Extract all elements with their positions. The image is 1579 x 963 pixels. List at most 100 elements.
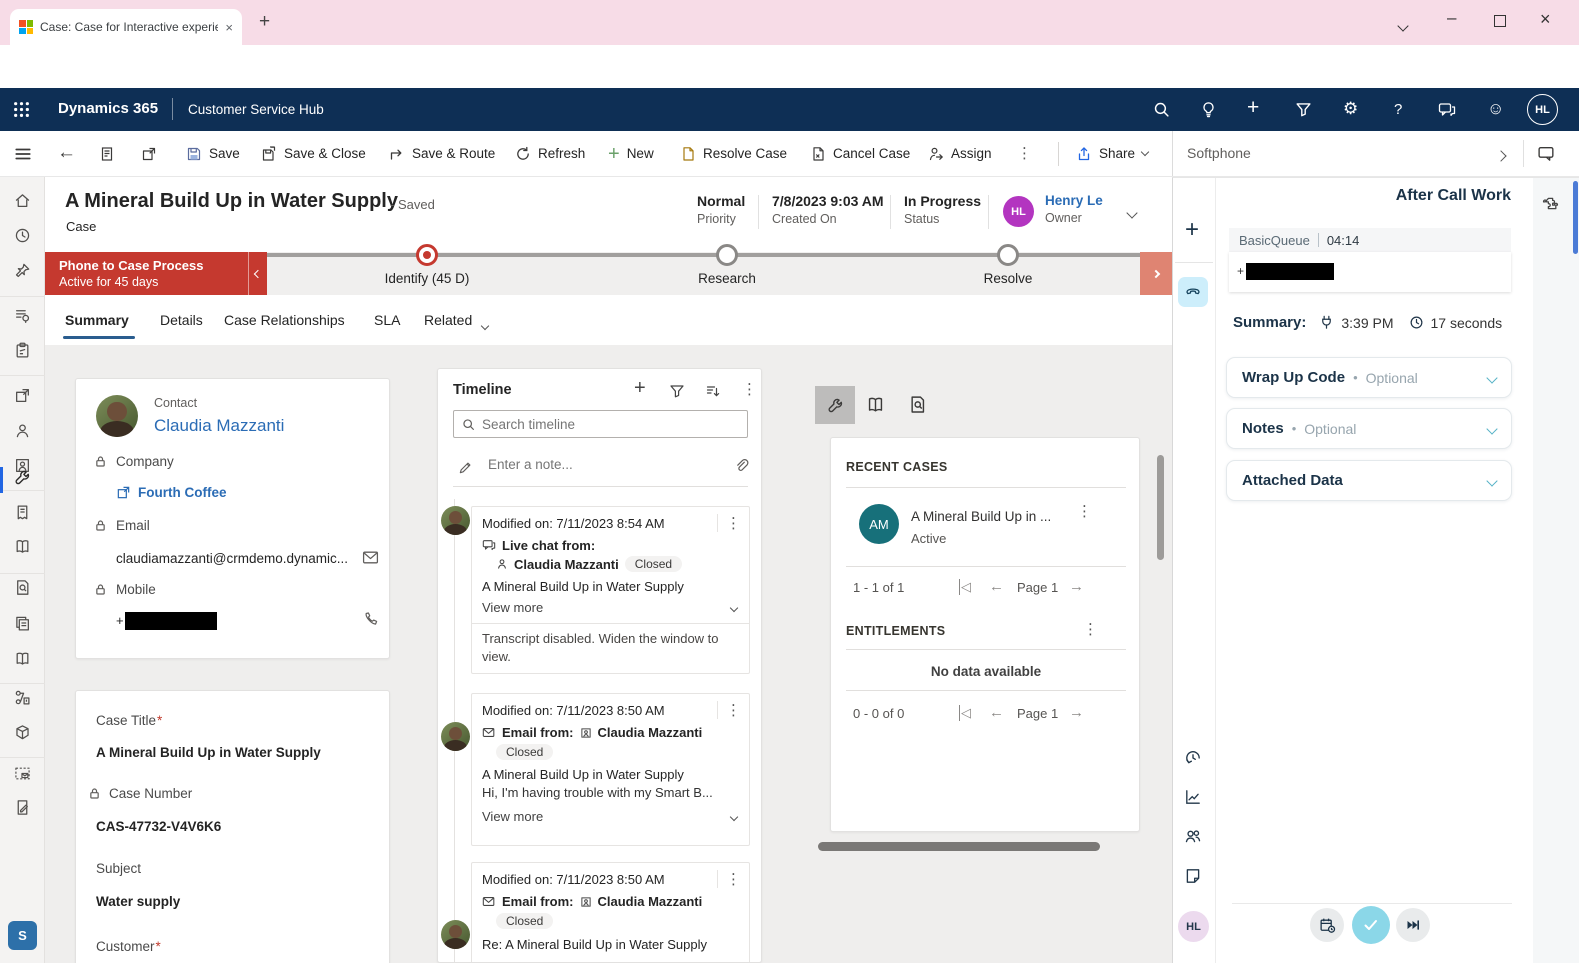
window-maximize-button[interactable] bbox=[1494, 15, 1506, 27]
timeline-sort-icon[interactable] bbox=[705, 383, 721, 399]
window-close-button[interactable]: × bbox=[1540, 9, 1551, 30]
people-icon[interactable] bbox=[1184, 827, 1202, 845]
timeline-overflow-icon[interactable]: ⋮ bbox=[742, 382, 757, 397]
active-call-session-tab[interactable] bbox=[1178, 277, 1208, 307]
acw-scrollbar[interactable] bbox=[1573, 181, 1578, 254]
bpf-stage-research-marker[interactable] bbox=[716, 244, 738, 266]
related-tool-tab-search[interactable] bbox=[908, 395, 927, 414]
prev-page-icon[interactable]: ← bbox=[989, 578, 1004, 595]
first-page-icon[interactable]: ◁ bbox=[959, 579, 971, 595]
browser-tab[interactable]: Case: Case for Interactive experie × bbox=[10, 9, 242, 45]
sidebar-agent-scripts-icon[interactable] bbox=[14, 307, 31, 324]
sidebar-home-icon[interactable] bbox=[14, 192, 31, 209]
new-session-plus-icon[interactable]: + bbox=[1185, 218, 1199, 242]
app-switcher-tile[interactable]: S bbox=[8, 921, 37, 950]
owner-field[interactable]: Henry Le Owner bbox=[1045, 193, 1103, 225]
sidebar-cases-icon[interactable] bbox=[14, 469, 31, 486]
bpf-stage-identify-marker[interactable] bbox=[416, 244, 438, 266]
sidebar-connections-icon[interactable] bbox=[14, 689, 31, 706]
entry-subject[interactable]: Re: A Mineral Build Up in Water Supply bbox=[472, 929, 749, 952]
agent-presence-avatar[interactable]: HL bbox=[1178, 911, 1209, 942]
tab-related[interactable]: Related bbox=[424, 312, 472, 328]
sidebar-pinned-icon[interactable] bbox=[14, 262, 31, 279]
feedback-chat-icon[interactable] bbox=[1438, 102, 1456, 118]
sidebar-recent-icon[interactable] bbox=[14, 227, 31, 244]
sidebar-articles-icon[interactable] bbox=[14, 615, 31, 632]
related-tool-tab-cases[interactable] bbox=[815, 386, 855, 424]
notes-accordion[interactable]: Notes • Optional bbox=[1226, 408, 1512, 449]
owner-value[interactable]: Henry Le bbox=[1045, 193, 1103, 208]
recent-case-overflow-icon[interactable]: ⋮ bbox=[1077, 504, 1092, 519]
app-name[interactable]: Customer Service Hub bbox=[188, 102, 324, 117]
sidebar-open-book-icon[interactable] bbox=[14, 650, 31, 667]
sidebar-activities-icon[interactable] bbox=[14, 342, 31, 359]
bpf-stage-resolve-marker[interactable] bbox=[997, 244, 1019, 266]
form-back-icon[interactable]: ← bbox=[57, 143, 76, 162]
history-icon[interactable] bbox=[1184, 749, 1202, 767]
schedule-followup-button[interactable] bbox=[1310, 908, 1344, 942]
sitemap-hamburger-icon[interactable] bbox=[14, 145, 32, 163]
sidebar-email-templates-icon[interactable] bbox=[14, 765, 31, 782]
resolve-case-button[interactable]: Resolve Case bbox=[680, 131, 787, 176]
command-overflow-icon[interactable]: ⋮ bbox=[1017, 146, 1032, 161]
entry-overflow-icon[interactable]: ⋮ bbox=[718, 872, 741, 887]
entry-subject[interactable]: A Mineral Build Up in Water Supply bbox=[472, 760, 749, 782]
attach-paperclip-icon[interactable] bbox=[734, 457, 749, 474]
smiley-icon[interactable]: ☺ bbox=[1487, 99, 1504, 119]
analytics-icon[interactable] bbox=[1184, 788, 1202, 806]
window-menu-chevron-icon[interactable] bbox=[1399, 18, 1407, 33]
bpf-next-stage-button[interactable] bbox=[1140, 252, 1172, 295]
entry-subject[interactable]: A Mineral Build Up in Water Supply bbox=[472, 572, 749, 594]
note-input[interactable] bbox=[488, 457, 718, 472]
subject-value[interactable]: Water supply bbox=[96, 894, 180, 909]
settings-gear-icon[interactable]: ⚙ bbox=[1343, 99, 1358, 119]
skip-acw-button[interactable] bbox=[1396, 908, 1430, 942]
sidebar-knowledge-icon[interactable] bbox=[14, 538, 31, 555]
call-phone-icon[interactable] bbox=[363, 611, 379, 627]
lightbulb-icon[interactable] bbox=[1200, 101, 1217, 118]
wrap-up-code-accordion[interactable]: Wrap Up Code • Optional bbox=[1226, 357, 1512, 398]
share-button[interactable]: Share bbox=[1076, 131, 1148, 176]
sidebar-drafts-icon[interactable] bbox=[14, 799, 31, 816]
contact-name-link[interactable]: Claudia Mazzanti bbox=[154, 416, 284, 436]
help-icon[interactable]: ? bbox=[1394, 101, 1402, 118]
entry-overflow-icon[interactable]: ⋮ bbox=[718, 516, 741, 531]
contact-photo-avatar[interactable] bbox=[96, 395, 138, 437]
quick-create-plus-icon[interactable]: + bbox=[1247, 96, 1259, 120]
cancel-case-button[interactable]: Cancel Case bbox=[810, 131, 910, 176]
company-link[interactable]: Fourth Coffee bbox=[138, 485, 227, 500]
bpf-stage-resolve-label[interactable]: Resolve bbox=[958, 271, 1058, 286]
timeline-entry-email-2[interactable]: Modified on: 7/11/2023 8:50 AM ⋮ Email f… bbox=[471, 862, 750, 963]
entry-person[interactable]: Claudia Mazzanti bbox=[598, 894, 703, 909]
entry-view-more[interactable]: View more bbox=[472, 594, 749, 623]
entry-view-more[interactable]: View more bbox=[472, 800, 749, 832]
user-avatar[interactable]: HL bbox=[1527, 94, 1558, 125]
plugin-puzzle-icon[interactable] bbox=[1542, 195, 1559, 212]
tab-close-icon[interactable]: × bbox=[225, 20, 233, 35]
entry-overflow-icon[interactable]: ⋮ bbox=[718, 703, 741, 718]
entitlements-overflow-icon[interactable]: ⋮ bbox=[1083, 622, 1098, 637]
owner-avatar[interactable]: HL bbox=[1003, 196, 1034, 227]
assign-button[interactable]: Assign bbox=[928, 131, 992, 176]
notes-icon[interactable] bbox=[1184, 867, 1202, 885]
send-email-icon[interactable] bbox=[362, 550, 379, 565]
conversations-chat-icon[interactable] bbox=[1537, 145, 1556, 162]
sidebar-queues-icon[interactable] bbox=[14, 504, 31, 521]
prev-page-icon[interactable]: ← bbox=[989, 704, 1004, 721]
bpf-stage-identify-label[interactable]: Identify (45 D) bbox=[357, 271, 497, 286]
related-chevron-icon[interactable] bbox=[482, 317, 488, 332]
first-page-icon[interactable]: ◁ bbox=[959, 705, 971, 721]
tab-details[interactable]: Details bbox=[160, 312, 203, 328]
search-icon[interactable] bbox=[1153, 101, 1170, 118]
save-button[interactable]: Save bbox=[186, 131, 240, 176]
tab-case-relationships[interactable]: Case Relationships bbox=[224, 312, 345, 328]
window-minimize-button[interactable]: – bbox=[1447, 8, 1456, 28]
bpf-stage-research-label[interactable]: Research bbox=[677, 271, 777, 286]
timeline-search-input[interactable] bbox=[482, 417, 739, 432]
tab-summary[interactable]: Summary bbox=[65, 312, 129, 328]
sidebar-knowledge-search-icon[interactable] bbox=[14, 579, 31, 596]
softphone-expand-chevron-icon[interactable] bbox=[1497, 148, 1505, 163]
sidebar-accounts-icon[interactable] bbox=[14, 387, 31, 404]
new-tab-button[interactable]: + bbox=[259, 11, 270, 33]
form-list-icon[interactable] bbox=[99, 146, 115, 162]
